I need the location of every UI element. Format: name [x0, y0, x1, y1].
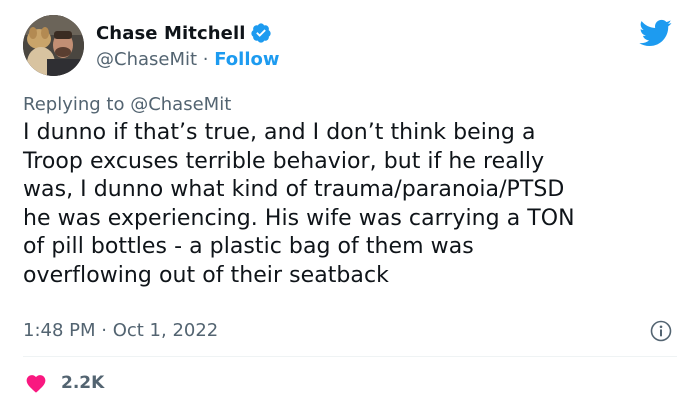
tweet-text-line: I dunno if that’s true, and I don’t thin… [23, 120, 536, 145]
like-count: 2.2K [61, 373, 105, 393]
display-name[interactable]: Chase Mitchell [96, 23, 245, 44]
info-icon[interactable] [650, 320, 672, 342]
user-handle[interactable]: @ChaseMit [96, 49, 197, 70]
heart-icon[interactable] [25, 373, 47, 393]
verified-badge-icon [250, 22, 272, 44]
tweet-text-line: Troop excuses terrible behavior, but if … [23, 148, 545, 174]
follow-button[interactable]: Follow [214, 49, 279, 70]
reply-mention-link[interactable]: @ChaseMit [130, 94, 231, 115]
avatar[interactable] [23, 15, 84, 76]
tweet-text-line: he was experiencing. His wife was carryi… [23, 205, 575, 231]
like-action[interactable]: 2.2K [25, 370, 104, 396]
tweet-text: I dunno if that’s true, and I don’t thin… [23, 119, 683, 290]
twitter-bird-icon[interactable] [638, 18, 672, 48]
replying-to: Replying to @ChaseMit [23, 94, 231, 115]
replying-prefix: Replying to [23, 94, 131, 115]
divider [23, 356, 677, 357]
handle-separator: · [197, 49, 215, 70]
tweet-date: Oct 1, 2022 [112, 320, 219, 341]
avatar-photo [23, 15, 84, 76]
name-row: Chase Mitchell [96, 20, 272, 46]
handle-row: @ChaseMit · Follow [96, 49, 280, 70]
tweet-timestamp[interactable]: 1:48 PM · Oct 1, 2022 [23, 320, 218, 341]
timestamp-separator: · [95, 320, 113, 341]
tweet-text-line: was, I dunno what kind of trauma/paranoi… [23, 177, 565, 202]
tweet-time: 1:48 PM [23, 320, 96, 341]
tweet-card: Chase Mitchell @ChaseMit · Follow Replyi… [0, 0, 700, 410]
tweet-text-line: of pill bottles - a plastic bag of them … [23, 234, 474, 259]
tweet-text-line: overflowing out of their seatback [23, 262, 389, 288]
